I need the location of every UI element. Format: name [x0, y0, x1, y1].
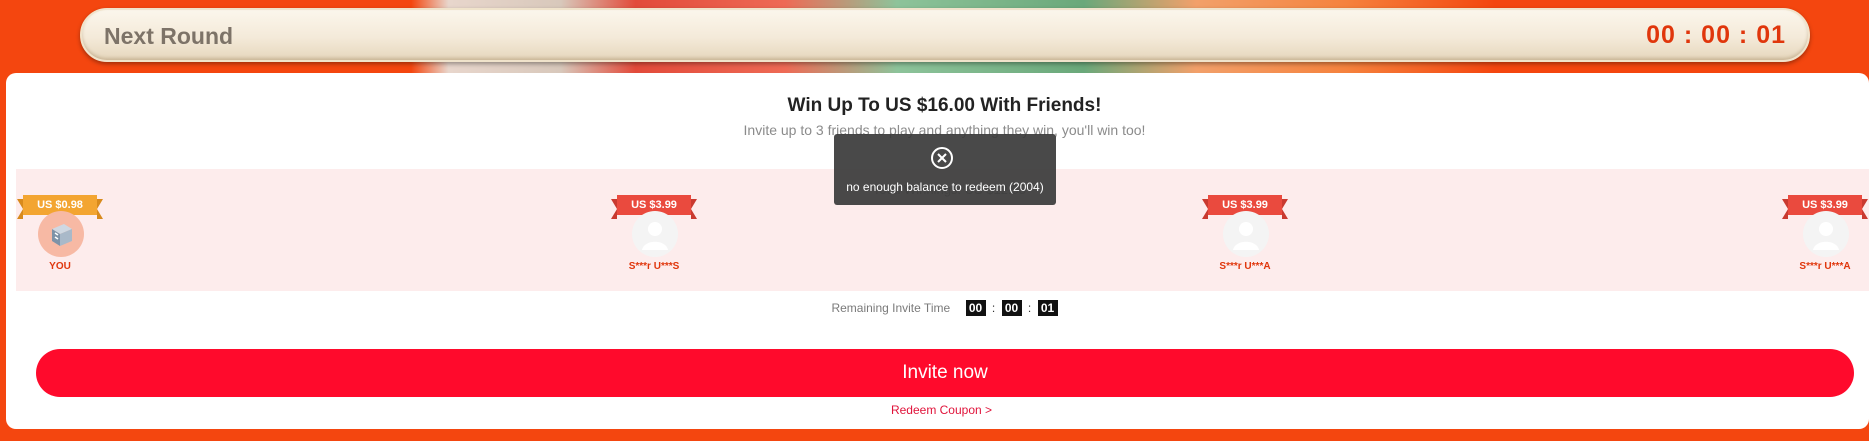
invite-time-hours: 00 — [965, 300, 986, 316]
friend-slot-2[interactable]: US $3.99 S***r U***S — [611, 195, 697, 275]
invite-time-seconds: 01 — [1037, 300, 1058, 316]
friend-slot-4[interactable]: US $3.99 S***r U***A — [1782, 195, 1868, 275]
next-round-bar: Next Round 00 : 00 : 01 — [80, 8, 1810, 62]
friend-name: YOU — [49, 261, 71, 272]
user-placeholder-icon — [1813, 222, 1839, 250]
redeem-coupon-link[interactable]: Redeem Coupon > — [6, 403, 1869, 417]
time-separator: : — [991, 301, 996, 315]
friend-name: S***r U***A — [1799, 261, 1851, 272]
remaining-invite-time: Remaining Invite Time 00 : 00 : 01 — [6, 300, 1869, 316]
avatar — [1803, 211, 1849, 257]
avatar — [38, 211, 84, 257]
next-round-timer: 00 : 00 : 01 — [1646, 21, 1786, 49]
close-circle-icon — [931, 147, 953, 169]
friend-name: S***r U***A — [1219, 261, 1271, 272]
next-round-label: Next Round — [104, 23, 234, 49]
friend-slot-3[interactable]: US $3.99 S***r U***A — [1202, 195, 1288, 275]
promo-title: Win Up To US $16.00 With Friends! — [787, 95, 1102, 116]
invite-time-minutes: 00 — [1001, 300, 1022, 316]
invite-now-button[interactable]: Invite now — [36, 349, 1854, 397]
avatar — [1223, 211, 1269, 257]
invite-card: Win Up To US $16.00 With Friends! Invite… — [6, 73, 1869, 429]
user-placeholder-icon — [1233, 222, 1259, 250]
invite-time-label: Remaining Invite Time — [831, 301, 951, 315]
toast-message: no enough balance to redeem (2004) — [846, 180, 1044, 194]
friend-slot-you: US $0.98 YOU — [17, 195, 103, 275]
time-separator: : — [1027, 301, 1032, 315]
error-toast: no enough balance to redeem (2004) — [834, 134, 1056, 205]
avatar — [632, 211, 678, 257]
user-placeholder-icon — [642, 222, 668, 250]
user-avatar-icon — [52, 224, 72, 246]
friend-name: S***r U***S — [628, 261, 680, 272]
